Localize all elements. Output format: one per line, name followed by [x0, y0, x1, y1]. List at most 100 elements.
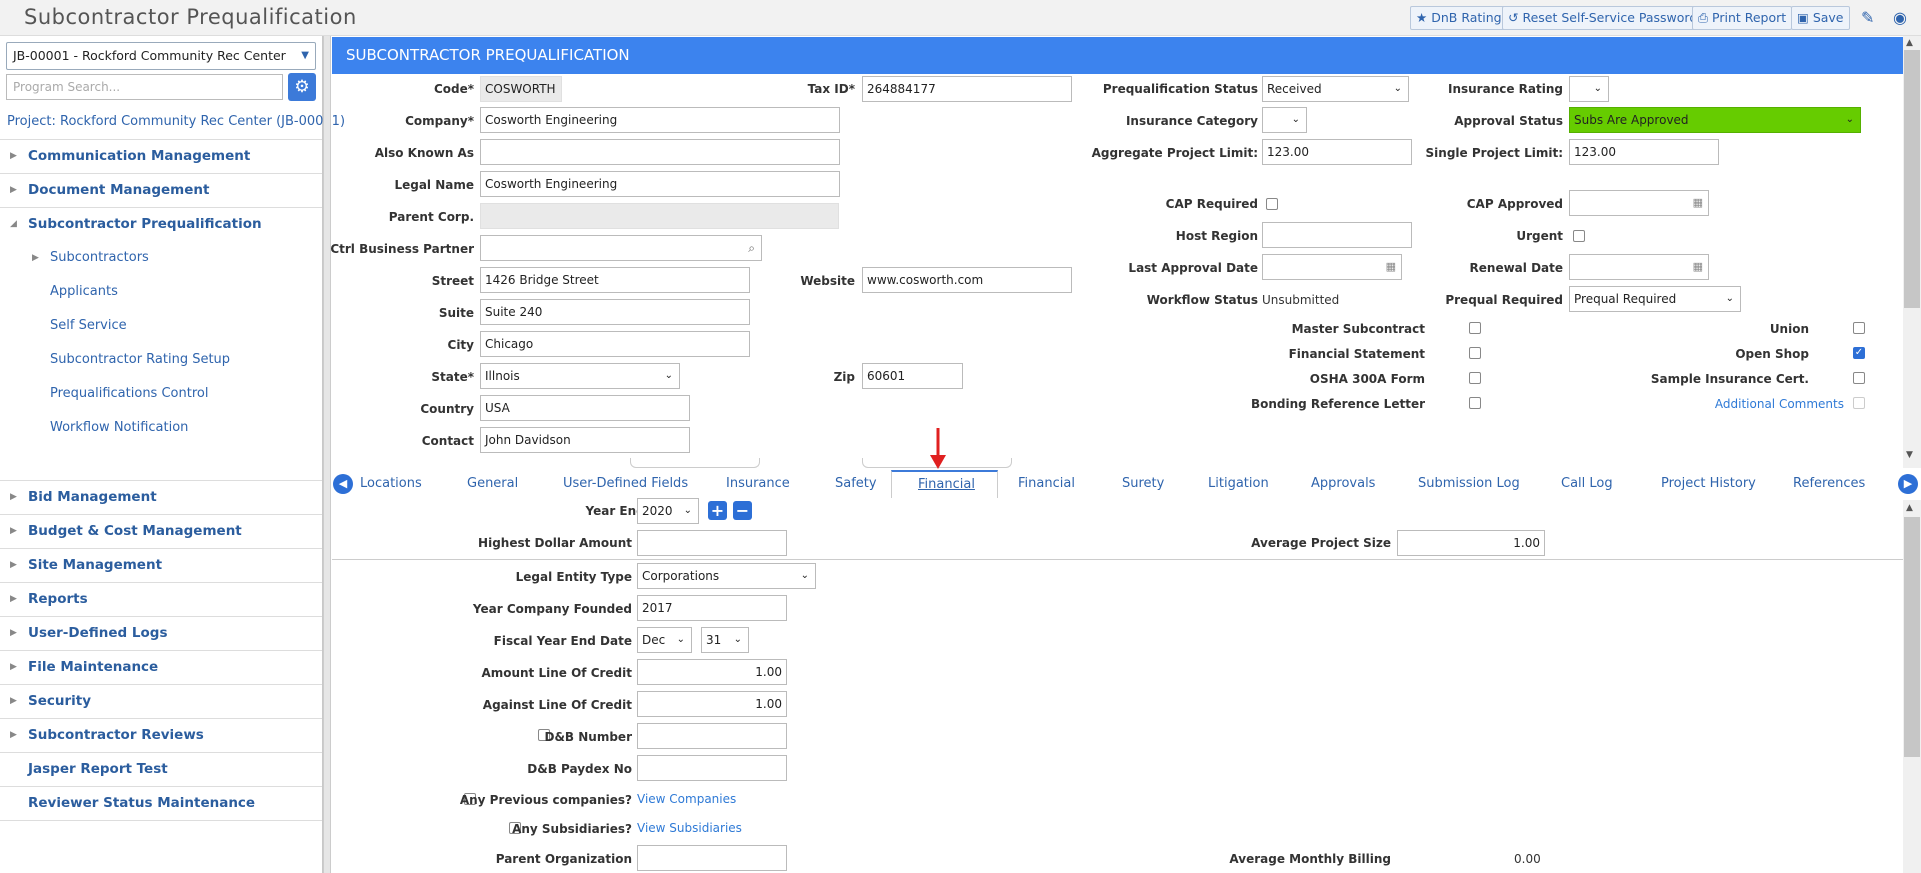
- sidebar-item-udlogs[interactable]: ▶ User-Defined Logs: [0, 616, 322, 650]
- tab-general[interactable]: General: [467, 476, 518, 491]
- bottom-scrollbar-thumb[interactable]: [1904, 517, 1920, 757]
- sidebar-item-reports[interactable]: ▶ Reports: [0, 582, 322, 616]
- dnbpaydex-field[interactable]: [637, 755, 787, 781]
- aka-field[interactable]: [480, 139, 840, 165]
- save-button[interactable]: ▣ Save: [1791, 6, 1850, 30]
- street-field[interactable]: 1426 Bridge Street: [480, 267, 750, 293]
- mastersub-checkbox[interactable]: [1469, 322, 1481, 334]
- sidebar-item-subprequal[interactable]: ◢ Subcontractor Prequalification: [0, 207, 322, 241]
- sidebar-item-bid[interactable]: ▶ Bid Management: [0, 480, 322, 514]
- tab-submission-log[interactable]: Submission Log: [1418, 476, 1520, 491]
- city-field[interactable]: Chicago: [480, 331, 750, 357]
- hostregion-field[interactable]: [1262, 222, 1412, 248]
- tab-call-log[interactable]: Call Log: [1561, 476, 1613, 491]
- aggregate-field[interactable]: 123.00: [1262, 139, 1412, 165]
- sidebar-item-workflow[interactable]: Workflow Notification: [0, 411, 322, 445]
- avgproject-field[interactable]: 1.00: [1397, 530, 1545, 556]
- fiscal-day-select[interactable]: 31 ⌄: [701, 627, 749, 653]
- approvalstatus-select[interactable]: Subs Are Approved ⌄: [1569, 107, 1861, 133]
- top-scrollbar-thumb[interactable]: [1904, 50, 1920, 308]
- panel-splitter[interactable]: [323, 36, 331, 873]
- calendar-icon[interactable]: ▦: [1693, 255, 1703, 279]
- dnbnumber-field[interactable]: [637, 723, 787, 749]
- union-checkbox[interactable]: [1853, 322, 1865, 334]
- gear-icon[interactable]: ⚙: [288, 73, 316, 101]
- highest-field[interactable]: [637, 530, 787, 556]
- lastapproval-field[interactable]: ▦: [1262, 254, 1402, 280]
- website-field[interactable]: www.cosworth.com: [862, 267, 1072, 293]
- single-field[interactable]: 123.00: [1569, 139, 1719, 165]
- ctrlbp-field[interactable]: ⌕: [480, 235, 762, 261]
- state-select[interactable]: Illnois ⌄: [480, 363, 680, 389]
- project-label[interactable]: Project: Rockford Community Rec Center (…: [7, 114, 345, 129]
- tab-udf[interactable]: User-Defined Fields: [563, 476, 688, 491]
- tab-financial-2[interactable]: Financial: [1018, 476, 1075, 491]
- company-field[interactable]: Cosworth Engineering: [480, 107, 840, 133]
- legalname-field[interactable]: Cosworth Engineering: [480, 171, 840, 197]
- sidebar-item-communication[interactable]: ▶ Communication Management: [0, 139, 322, 173]
- code-field[interactable]: COSWORTH: [480, 76, 562, 102]
- tabs-prev-icon[interactable]: ◀: [333, 474, 353, 494]
- tab-safety[interactable]: Safety: [835, 476, 877, 491]
- user-icon[interactable]: ◉: [1893, 8, 1907, 27]
- sidebar-item-subcontractors[interactable]: ▶ Subcontractors: [0, 241, 322, 275]
- openshop-checkbox[interactable]: ✓: [1853, 347, 1865, 359]
- sidebar-item-budget[interactable]: ▶ Budget & Cost Management: [0, 514, 322, 548]
- search-icon[interactable]: ⌕: [748, 236, 755, 260]
- suite-field[interactable]: Suite 240: [480, 299, 750, 325]
- sidebar-item-filemaint[interactable]: ▶ File Maintenance: [0, 650, 322, 684]
- sidebar-item-applicants[interactable]: Applicants: [0, 275, 322, 309]
- tab-surety[interactable]: Surety: [1122, 476, 1164, 491]
- yearending-select[interactable]: 2020 ⌄: [637, 498, 699, 524]
- job-select[interactable]: JB-00001 - Rockford Community Rec Center…: [6, 42, 316, 70]
- view-companies-link[interactable]: View Companies: [637, 792, 736, 806]
- calendar-icon[interactable]: ▦: [1386, 255, 1396, 279]
- inscategory-select[interactable]: ⌄: [1262, 107, 1307, 133]
- insrating-select[interactable]: ⌄: [1569, 76, 1609, 102]
- tab-approvals[interactable]: Approvals: [1311, 476, 1375, 491]
- program-search-input[interactable]: Program Search...: [6, 74, 283, 100]
- financialstmt-checkbox[interactable]: [1469, 347, 1481, 359]
- sidebar-item-jasper[interactable]: Jasper Report Test: [0, 752, 322, 786]
- zip-field[interactable]: 60601: [862, 363, 963, 389]
- scroll-up-icon[interactable]: ▲: [1906, 38, 1913, 48]
- fiscal-month-select[interactable]: Dec ⌄: [637, 627, 692, 653]
- remove-year-button[interactable]: −: [733, 501, 752, 520]
- bonding-checkbox[interactable]: [1469, 397, 1481, 409]
- sidebar-item-selfservice[interactable]: Self Service: [0, 309, 322, 343]
- sidebar-item-site[interactable]: ▶ Site Management: [0, 548, 322, 582]
- sidebar-item-ratingsetup[interactable]: Subcontractor Rating Setup: [0, 343, 322, 377]
- dnb-rating-button[interactable]: ★ DnB Rating: [1410, 6, 1508, 30]
- tab-litigation[interactable]: Litigation: [1208, 476, 1269, 491]
- sidebar-item-security[interactable]: ▶ Security: [0, 684, 322, 718]
- tab-project-history[interactable]: Project History: [1661, 476, 1756, 491]
- edit-icon[interactable]: ✎: [1861, 8, 1874, 27]
- contact-field[interactable]: John Davidson: [480, 427, 690, 453]
- tab-references[interactable]: References: [1793, 476, 1865, 491]
- founded-field[interactable]: 2017: [637, 595, 787, 621]
- tabs-next-icon[interactable]: ▶: [1898, 474, 1918, 494]
- osha-checkbox[interactable]: [1469, 372, 1481, 384]
- addcomments-checkbox[interactable]: [1853, 397, 1865, 409]
- reset-password-button[interactable]: ↺ Reset Self-Service Password: [1502, 6, 1704, 30]
- country-field[interactable]: USA: [480, 395, 690, 421]
- parentorg-field[interactable]: [637, 845, 787, 871]
- caprequired-checkbox[interactable]: [1266, 198, 1278, 210]
- add-year-button[interactable]: +: [708, 501, 727, 520]
- view-subsidiaries-link[interactable]: View Subsidiaries: [637, 821, 742, 835]
- tab-financial[interactable]: Financial: [918, 477, 975, 492]
- renewal-field[interactable]: ▦: [1569, 254, 1709, 280]
- sidebar-item-reviewer[interactable]: Reviewer Status Maintenance: [0, 786, 322, 820]
- sidebar-item-document[interactable]: ▶ Document Management: [0, 173, 322, 207]
- urgent-checkbox[interactable]: [1573, 230, 1585, 242]
- sidebar-item-subreviews[interactable]: ▶ Subcontractor Reviews: [0, 718, 322, 752]
- sampleins-checkbox[interactable]: [1853, 372, 1865, 384]
- sidebar-item-prequalcontrol[interactable]: Prequalifications Control: [0, 377, 322, 411]
- prequalrequired-select[interactable]: Prequal Required ⌄: [1569, 286, 1741, 312]
- tab-locations[interactable]: Locations: [360, 476, 422, 491]
- amountloc-field[interactable]: 1.00: [637, 659, 787, 685]
- scroll-up-icon[interactable]: ▲: [1906, 503, 1913, 513]
- scroll-down-icon[interactable]: ▼: [1906, 450, 1913, 460]
- prequalstatus-select[interactable]: Received ⌄: [1262, 76, 1409, 102]
- calendar-icon[interactable]: ▦: [1693, 191, 1703, 215]
